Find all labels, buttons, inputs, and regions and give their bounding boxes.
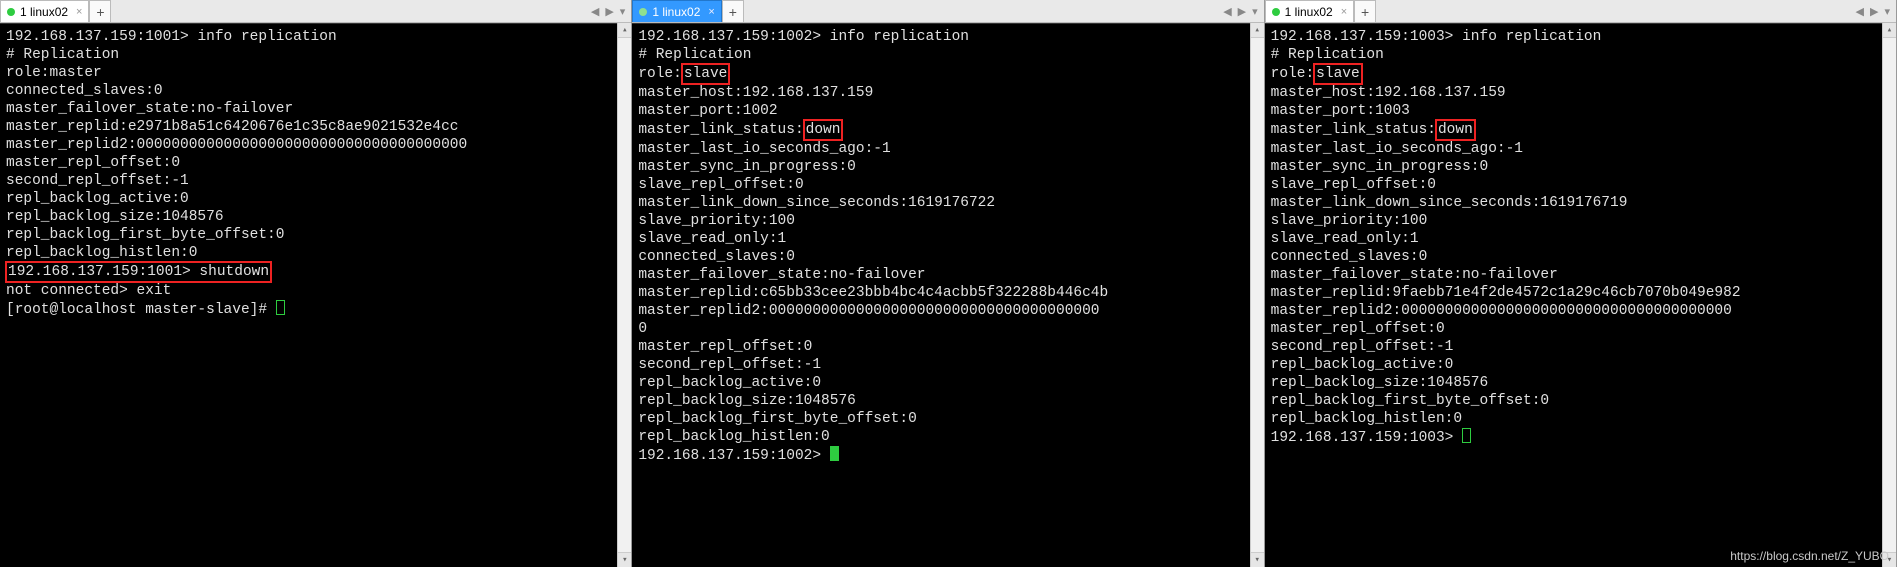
tab-linux02[interactable]: 1 linux02 × xyxy=(1265,0,1354,22)
output-block-a: # Replicationrole:masterconnected_slaves… xyxy=(6,46,625,262)
scrollbar[interactable]: ▴ ▾ xyxy=(617,23,631,567)
cursor-icon xyxy=(1462,428,1471,443)
output-block-a: # Replication xyxy=(638,46,1257,64)
tab-menu-icon[interactable]: ▾ xyxy=(1884,5,1890,18)
output-block-c: master_last_io_seconds_ago:-1master_sync… xyxy=(638,140,1257,446)
scroll-up-icon[interactable]: ▴ xyxy=(618,23,631,38)
tab-linux02[interactable]: 1 linux02 × xyxy=(0,0,89,22)
scroll-down-icon[interactable]: ▾ xyxy=(618,552,631,567)
tab-prev-icon[interactable]: ◀ xyxy=(1223,5,1231,18)
connection-dot-icon xyxy=(639,8,647,16)
scroll-up-icon[interactable]: ▴ xyxy=(1883,23,1896,38)
scroll-down-icon[interactable]: ▾ xyxy=(1883,552,1896,567)
scroll-track[interactable] xyxy=(1251,38,1264,552)
shell-prompt: 192.168.137.159:1003> xyxy=(1271,430,1462,446)
command-text: info replication xyxy=(830,29,969,45)
tab-bar: 1 linux02 × + ◀ ▶ ▾ xyxy=(632,0,1263,23)
connection-dot-icon xyxy=(7,8,15,16)
close-icon[interactable]: × xyxy=(705,6,714,18)
tab-label: 1 linux02 xyxy=(652,5,700,19)
tab-label: 1 linux02 xyxy=(1285,5,1333,19)
prompt: 192.168.137.159:1003> xyxy=(1271,29,1462,45)
close-icon[interactable]: × xyxy=(1338,6,1347,18)
cursor-icon xyxy=(830,446,839,461)
output-block-b: not connected> exit xyxy=(6,282,625,300)
output-block-b: master_host:192.168.137.159master_port:1… xyxy=(1271,84,1890,120)
terminal-output[interactable]: 192.168.137.159:1001> info replication# … xyxy=(0,23,631,567)
output-block-a: # Replication xyxy=(1271,46,1890,64)
tab-menu-icon[interactable]: ▾ xyxy=(620,5,626,18)
highlight-link-status: down xyxy=(1435,119,1476,141)
role-label: role: xyxy=(638,66,682,82)
scrollbar[interactable]: ▴ ▾ xyxy=(1250,23,1264,567)
role-label: role: xyxy=(1271,66,1315,82)
terminal-pane-2: 1 linux02 × + ◀ ▶ ▾ 192.168.137.159:1002… xyxy=(632,0,1264,567)
tab-prev-icon[interactable]: ◀ xyxy=(1856,5,1864,18)
terminal-output[interactable]: 192.168.137.159:1002> info replication# … xyxy=(632,23,1263,567)
tab-bar: 1 linux02 × + ◀ ▶ ▾ xyxy=(0,0,631,23)
highlight-role: slave xyxy=(681,63,731,85)
tab-bar: 1 linux02 × + ◀ ▶ ▾ xyxy=(1265,0,1896,23)
highlight-role: slave xyxy=(1313,63,1363,85)
add-tab-button[interactable]: + xyxy=(722,0,744,22)
connection-dot-icon xyxy=(1272,8,1280,16)
highlight-shutdown: 192.168.137.159:1001> shutdown xyxy=(5,261,272,283)
cursor-icon xyxy=(276,300,285,315)
command-text: info replication xyxy=(1462,29,1601,45)
output-block-b: master_host:192.168.137.159master_port:1… xyxy=(638,84,1257,120)
link-status-label: master_link_status: xyxy=(638,122,803,138)
scroll-up-icon[interactable]: ▴ xyxy=(1251,23,1264,38)
tab-next-icon[interactable]: ▶ xyxy=(605,5,613,18)
terminal-pane-3: 1 linux02 × + ◀ ▶ ▾ 192.168.137.159:1003… xyxy=(1265,0,1897,567)
output-block-c: master_last_io_seconds_ago:-1master_sync… xyxy=(1271,140,1890,428)
shell-prompt: [root@localhost master-slave]# xyxy=(6,302,276,318)
tab-nav: ◀ ▶ ▾ xyxy=(1850,0,1896,22)
highlight-link-status: down xyxy=(803,119,844,141)
link-status-label: master_link_status: xyxy=(1271,122,1436,138)
tab-nav: ◀ ▶ ▾ xyxy=(585,0,631,22)
tab-prev-icon[interactable]: ◀ xyxy=(591,5,599,18)
prompt: 192.168.137.159:1002> xyxy=(638,29,829,45)
tab-menu-icon[interactable]: ▾ xyxy=(1252,5,1258,18)
tab-nav: ◀ ▶ ▾ xyxy=(1217,0,1263,22)
tab-next-icon[interactable]: ▶ xyxy=(1870,5,1878,18)
shell-prompt: 192.168.137.159:1002> xyxy=(638,448,829,464)
terminal-output[interactable]: 192.168.137.159:1003> info replication# … xyxy=(1265,23,1896,567)
close-icon[interactable]: × xyxy=(73,6,82,18)
add-tab-button[interactable]: + xyxy=(89,0,111,22)
add-tab-button[interactable]: + xyxy=(1354,0,1376,22)
tab-linux02[interactable]: 1 linux02 × xyxy=(632,0,721,22)
terminal-pane-1: 1 linux02 × + ◀ ▶ ▾ 192.168.137.159:1001… xyxy=(0,0,632,567)
tab-next-icon[interactable]: ▶ xyxy=(1238,5,1246,18)
scroll-track[interactable] xyxy=(618,38,631,552)
scroll-down-icon[interactable]: ▾ xyxy=(1251,552,1264,567)
prompt: 192.168.137.159:1001> xyxy=(6,29,197,45)
scrollbar[interactable]: ▴ ▾ xyxy=(1882,23,1896,567)
command-text: info replication xyxy=(197,29,336,45)
scroll-track[interactable] xyxy=(1883,38,1896,552)
tab-label: 1 linux02 xyxy=(20,5,68,19)
